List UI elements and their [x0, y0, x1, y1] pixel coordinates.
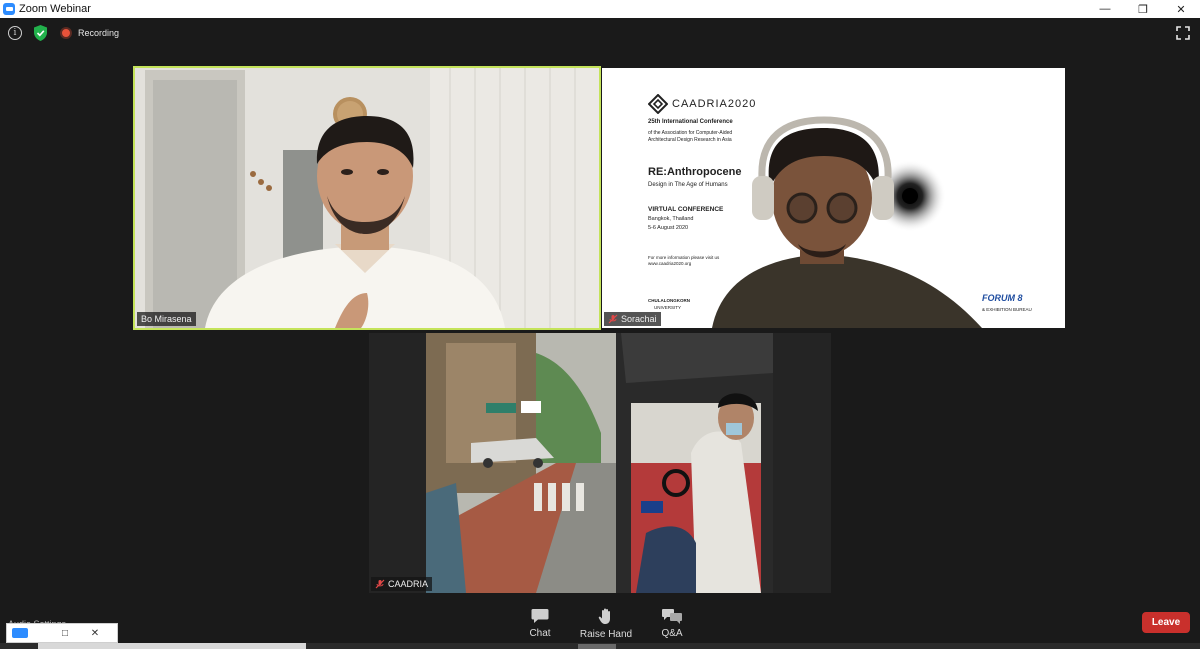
video-tile-sorachai[interactable]: CAADRIA2020 25th International Conferenc…: [602, 68, 1065, 328]
participant-name-tag: Bo Mirasena: [137, 312, 196, 326]
mic-muted-icon: [375, 579, 385, 589]
participant-name: Bo Mirasena: [141, 314, 192, 324]
recording-icon: [60, 27, 72, 39]
raise-hand-label: Raise Hand: [579, 629, 633, 640]
video-tile-bo-mirasena[interactable]: Bo Mirasena: [133, 66, 601, 330]
meeting-controls-bar: Chat Raise Hand Q&A Leave: [0, 600, 1200, 649]
minimized-zoom-window[interactable]: □ ✕: [6, 623, 118, 643]
fullscreen-icon[interactable]: [1176, 26, 1190, 40]
taskbar-segment-active: [578, 644, 616, 649]
participant-name: Sorachai: [621, 314, 657, 324]
minimize-button[interactable]: —: [1086, 0, 1124, 18]
qa-label: Q&A: [661, 628, 683, 639]
restore-button[interactable]: ❐: [1124, 0, 1162, 18]
participant-name-tag: Sorachai: [604, 312, 661, 326]
mic-muted-icon: [608, 314, 618, 324]
zoom-mini-icon: [12, 628, 28, 638]
window-titlebar: Zoom Webinar — ❐ ✕: [0, 0, 1200, 18]
qa-button[interactable]: Q&A: [642, 608, 702, 639]
close-window-button[interactable]: ✕: [1162, 0, 1200, 18]
taskbar-segment: [38, 643, 306, 649]
participant-name: CAADRIA: [388, 579, 429, 589]
video-feed-sorachai: [712, 116, 982, 328]
participant-name-tag: CAADRIA: [371, 577, 433, 591]
chat-icon: [531, 609, 549, 623]
meeting-topbar: i Recording: [0, 18, 1200, 50]
qa-icon: [662, 609, 682, 624]
recording-label: Recording: [78, 28, 120, 38]
raise-hand-icon: [598, 608, 610, 624]
mini-restore-button[interactable]: □: [50, 628, 80, 639]
chat-button[interactable]: Chat: [510, 608, 570, 639]
zoom-app-icon: [3, 3, 15, 15]
raise-hand-button[interactable]: Raise Hand: [576, 608, 636, 640]
window-title: Zoom Webinar: [19, 3, 91, 15]
mini-close-button[interactable]: ✕: [80, 628, 110, 639]
leave-button[interactable]: Leave: [1142, 612, 1190, 633]
chat-label: Chat: [529, 628, 551, 639]
encryption-shield-icon[interactable]: [34, 25, 47, 41]
video-tile-caadria[interactable]: CAADRIA: [369, 333, 831, 593]
taskbar-strip: [0, 643, 1200, 649]
video-feed-bo-mirasena: [135, 68, 599, 328]
meeting-info-icon[interactable]: i: [8, 26, 22, 40]
window-controls: — ❐ ✕: [1086, 0, 1200, 18]
video-feed-caadria: [426, 333, 773, 593]
